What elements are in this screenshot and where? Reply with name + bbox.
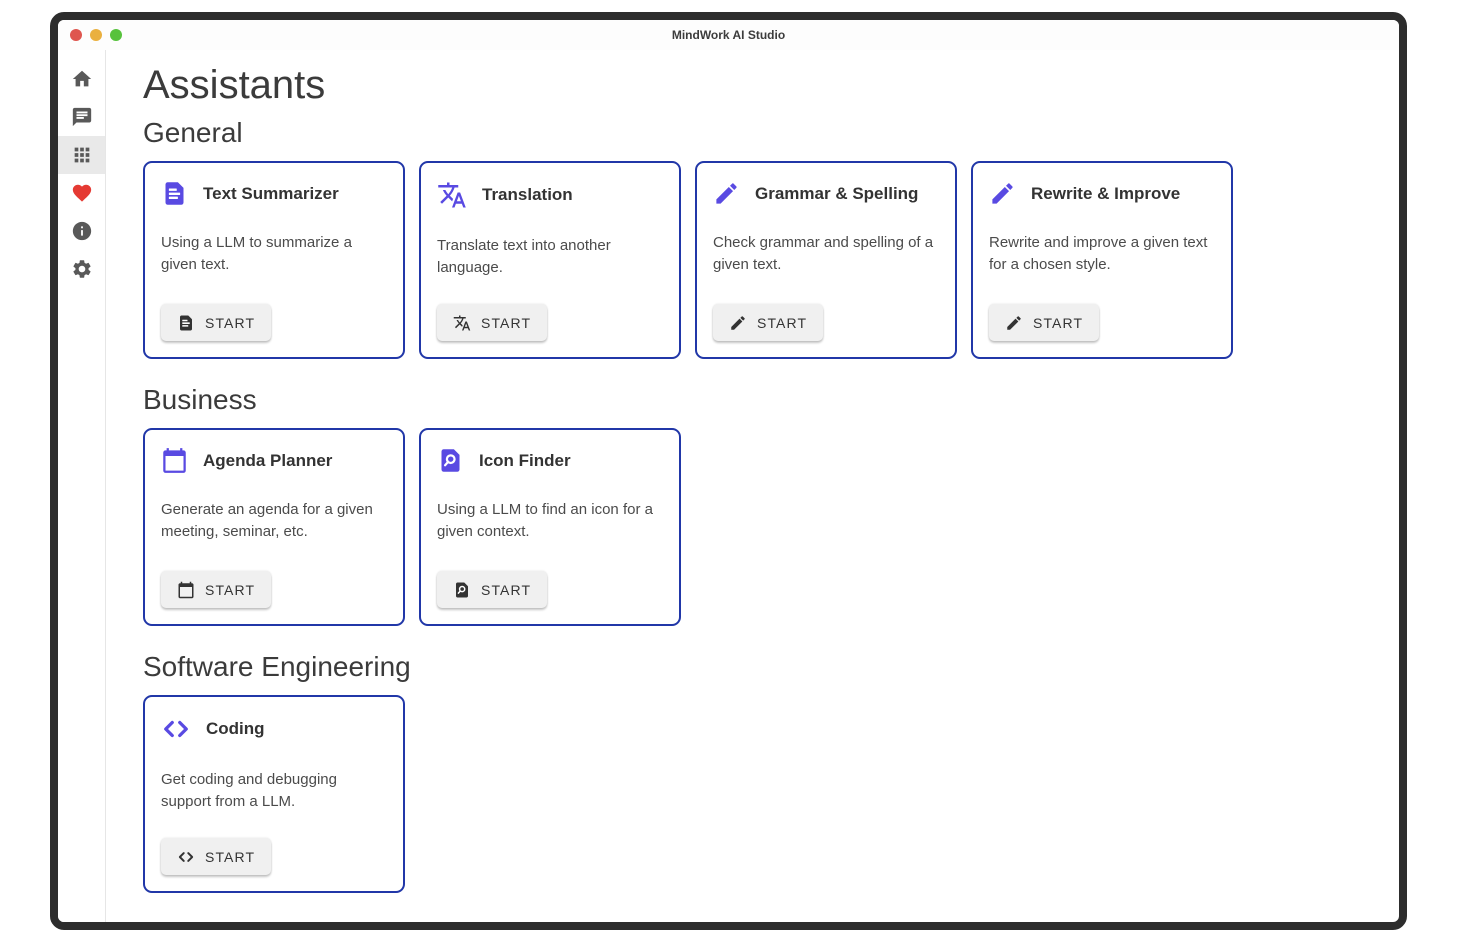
code-icon	[177, 848, 195, 866]
start-button-text-summarizer[interactable]: START	[161, 304, 271, 341]
pencil-icon	[989, 180, 1016, 207]
start-button-rewrite-improve[interactable]: START	[989, 304, 1099, 341]
card-header: Grammar & Spelling	[713, 180, 939, 207]
chat-icon	[71, 106, 93, 128]
icon-search-icon	[453, 581, 471, 599]
start-button-label: START	[757, 315, 807, 331]
card-description: Using a LLM to find an icon for a given …	[437, 499, 663, 543]
page-title: Assistants	[143, 62, 1375, 109]
start-button-label: START	[481, 315, 531, 331]
section-title-business: Business	[143, 383, 1375, 416]
main-content: Assistants General Text Summarizer Using…	[106, 50, 1399, 922]
section-title-software-engineering: Software Engineering	[143, 650, 1375, 683]
card-icon-finder: Icon Finder Using a LLM to find an icon …	[419, 428, 681, 626]
card-header: Icon Finder	[437, 447, 663, 474]
start-button-label: START	[205, 315, 255, 331]
sidebar	[58, 50, 106, 922]
card-coding: Coding Get coding and debugging support …	[143, 695, 405, 893]
card-title: Rewrite & Improve	[1031, 184, 1180, 204]
sidebar-item-settings[interactable]	[58, 250, 105, 288]
cards-row-general: Text Summarizer Using a LLM to summarize…	[143, 161, 1375, 359]
sidebar-item-chat[interactable]	[58, 98, 105, 136]
gear-icon	[71, 258, 93, 280]
card-title: Translation	[482, 185, 573, 205]
home-icon	[71, 68, 93, 90]
card-description: Get coding and debugging support from a …	[161, 769, 387, 813]
card-description: Rewrite and improve a given text for a c…	[989, 232, 1215, 276]
card-header: Text Summarizer	[161, 180, 387, 207]
sidebar-item-about[interactable]	[58, 212, 105, 250]
pencil-icon	[729, 314, 747, 332]
card-header: Agenda Planner	[161, 447, 387, 474]
pencil-icon	[1005, 314, 1023, 332]
code-icon	[161, 714, 191, 744]
info-icon	[71, 220, 93, 242]
translate-icon	[453, 314, 471, 332]
start-button-coding[interactable]: START	[161, 838, 271, 875]
start-button-label: START	[481, 582, 531, 598]
translate-icon	[437, 180, 467, 210]
start-button-grammar-spelling[interactable]: START	[713, 304, 823, 341]
card-description: Check grammar and spelling of a given te…	[713, 232, 939, 276]
card-header: Rewrite & Improve	[989, 180, 1215, 207]
start-button-translation[interactable]: START	[437, 304, 547, 341]
card-title: Icon Finder	[479, 451, 571, 471]
start-button-label: START	[205, 582, 255, 598]
calendar-icon	[161, 447, 188, 474]
card-translation: Translation Translate text into another …	[419, 161, 681, 359]
start-button-label: START	[1033, 315, 1083, 331]
heart-icon	[71, 182, 93, 204]
section-title-general: General	[143, 116, 1375, 149]
summarize-icon	[161, 180, 188, 207]
window-title: MindWork AI Studio	[58, 28, 1399, 42]
sidebar-item-assistants[interactable]	[58, 136, 105, 174]
apps-grid-icon	[71, 144, 93, 166]
card-description: Using a LLM to summarize a given text.	[161, 232, 387, 276]
sidebar-item-favorites[interactable]	[58, 174, 105, 212]
calendar-icon	[177, 581, 195, 599]
cards-row-business: Agenda Planner Generate an agenda for a …	[143, 428, 1375, 626]
card-header: Coding	[161, 714, 387, 744]
app-window: MindWork AI Studio Assistants	[50, 12, 1407, 930]
card-grammar-spelling: Grammar & Spelling Check grammar and spe…	[695, 161, 957, 359]
card-agenda-planner: Agenda Planner Generate an agenda for a …	[143, 428, 405, 626]
traffic-lights	[58, 29, 122, 41]
card-title: Agenda Planner	[203, 451, 332, 471]
card-text-summarizer: Text Summarizer Using a LLM to summarize…	[143, 161, 405, 359]
pencil-icon	[713, 180, 740, 207]
card-title: Coding	[206, 719, 265, 739]
zoom-window-button[interactable]	[110, 29, 122, 41]
summarize-icon	[177, 314, 195, 332]
minimize-window-button[interactable]	[90, 29, 102, 41]
card-title: Text Summarizer	[203, 184, 339, 204]
card-rewrite-improve: Rewrite & Improve Rewrite and improve a …	[971, 161, 1233, 359]
card-description: Translate text into another language.	[437, 235, 663, 279]
card-title: Grammar & Spelling	[755, 184, 918, 204]
cards-row-software-engineering: Coding Get coding and debugging support …	[143, 695, 1375, 893]
start-button-agenda-planner[interactable]: START	[161, 571, 271, 608]
start-button-icon-finder[interactable]: START	[437, 571, 547, 608]
titlebar: MindWork AI Studio	[58, 20, 1399, 50]
icon-search-icon	[437, 447, 464, 474]
app-body: Assistants General Text Summarizer Using…	[58, 50, 1399, 922]
close-window-button[interactable]	[70, 29, 82, 41]
start-button-label: START	[205, 849, 255, 865]
sidebar-item-home[interactable]	[58, 60, 105, 98]
card-header: Translation	[437, 180, 663, 210]
card-description: Generate an agenda for a given meeting, …	[161, 499, 387, 543]
